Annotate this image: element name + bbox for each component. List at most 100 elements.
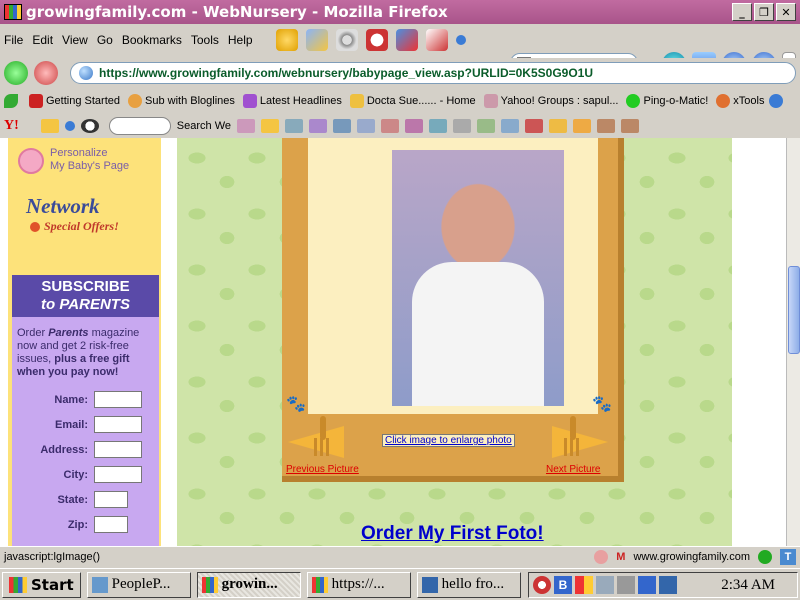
menu-view[interactable]: View bbox=[62, 33, 88, 47]
task-peoplep[interactable]: PeopleP... bbox=[86, 571, 191, 598]
subscribe-banner[interactable]: SUBSCRIBE to PARENTS bbox=[12, 275, 159, 317]
pencil-tool-icon[interactable] bbox=[305, 29, 328, 51]
toolbar-icon[interactable] bbox=[429, 119, 447, 133]
app-tray-icon[interactable] bbox=[659, 576, 677, 594]
display-icon[interactable] bbox=[617, 576, 635, 594]
menu-help[interactable]: Help bbox=[228, 33, 253, 47]
mail-tool-icon[interactable] bbox=[425, 29, 448, 51]
vertical-scrollbar[interactable] bbox=[786, 138, 800, 546]
toolbar-icon[interactable] bbox=[621, 119, 639, 133]
toolbar-icon[interactable] bbox=[405, 119, 423, 133]
add-bookmark-icon[interactable] bbox=[395, 29, 418, 51]
toolbar-icon[interactable] bbox=[285, 119, 303, 133]
start-button[interactable]: Start bbox=[2, 571, 81, 598]
dropdown-dot-icon[interactable] bbox=[455, 35, 466, 45]
minimize-button[interactable]: _ bbox=[732, 3, 752, 21]
bookmark-yahoo-groups[interactable]: Yahoo! Groups : sapul... bbox=[483, 94, 618, 108]
messenger-icon[interactable] bbox=[638, 576, 656, 594]
personalize-link[interactable]: Personalize My Baby's Page bbox=[14, 138, 154, 180]
bookmark-ping-o-matic[interactable]: Ping-o-Matic! bbox=[626, 94, 708, 108]
toolbar-icon[interactable] bbox=[573, 119, 591, 133]
toolbar-icon[interactable] bbox=[525, 119, 543, 133]
scrollbar-thumb[interactable] bbox=[788, 266, 800, 354]
maximize-button[interactable]: ❐ bbox=[754, 3, 774, 21]
city-field[interactable] bbox=[94, 466, 142, 483]
yahoo-logo[interactable]: Y! bbox=[4, 118, 19, 134]
toolbar-icon[interactable] bbox=[453, 119, 471, 133]
name-field[interactable] bbox=[94, 391, 142, 408]
bookmark-label: Ping-o-Matic! bbox=[643, 95, 709, 107]
form-row-city: City: bbox=[17, 462, 154, 487]
dropdown-dot-icon[interactable] bbox=[64, 121, 75, 131]
toolbar-icon[interactable] bbox=[501, 119, 519, 133]
task-https[interactable]: https://... bbox=[306, 571, 411, 598]
previous-picture-button[interactable] bbox=[286, 416, 350, 464]
next-picture-link[interactable]: Next Picture bbox=[546, 464, 600, 475]
color-app-icon[interactable] bbox=[575, 576, 593, 594]
loading-spinner-icon[interactable] bbox=[335, 29, 358, 51]
alarm-clock-icon[interactable] bbox=[365, 29, 388, 51]
translate-icon[interactable]: T bbox=[780, 548, 796, 565]
bookmark-xtools[interactable]: xTools bbox=[716, 94, 764, 108]
email-field[interactable] bbox=[94, 416, 142, 433]
menu-go[interactable]: Go bbox=[97, 33, 113, 47]
form-row-zip: Zip: bbox=[17, 512, 154, 537]
subscribe-title: SUBSCRIBE bbox=[41, 278, 130, 295]
network-icon[interactable] bbox=[596, 576, 614, 594]
lightbulb-icon[interactable] bbox=[275, 29, 298, 51]
state-field[interactable] bbox=[94, 491, 128, 508]
leaf-icon bbox=[4, 94, 18, 108]
bookmarks-overflow[interactable] bbox=[769, 94, 786, 108]
toolbar-icon[interactable] bbox=[477, 119, 495, 133]
menu-file[interactable]: File bbox=[4, 33, 23, 47]
menu-bookmarks[interactable]: Bookmarks bbox=[122, 33, 182, 47]
paw-print-icon: 🐾 bbox=[286, 396, 306, 413]
antivirus-icon[interactable] bbox=[533, 576, 551, 594]
next-picture-button[interactable] bbox=[546, 416, 610, 464]
bookmark-latest-headlines[interactable]: Latest Headlines bbox=[242, 94, 342, 108]
security-icon[interactable] bbox=[758, 549, 772, 564]
form-row-address: Address: bbox=[17, 437, 154, 462]
bookmark-docta-sue[interactable]: Docta Sue...... - Home bbox=[349, 94, 476, 108]
zip-field[interactable] bbox=[94, 516, 128, 533]
bookmark-getting-started[interactable]: Getting Started bbox=[29, 94, 120, 108]
desc-pre: Order bbox=[17, 327, 49, 339]
chevron-right-icon bbox=[769, 94, 783, 108]
menu-edit[interactable]: Edit bbox=[32, 33, 53, 47]
special-offers-link[interactable]: Special Offers! bbox=[30, 219, 119, 234]
menu-tools[interactable]: Tools bbox=[191, 33, 219, 47]
music-note-icon[interactable] bbox=[594, 549, 609, 564]
b-app-icon[interactable]: B bbox=[554, 576, 572, 594]
previous-picture-link[interactable]: Previous Picture bbox=[286, 464, 359, 475]
task-hello[interactable]: hello fro... bbox=[416, 571, 521, 598]
toolbar-icon[interactable] bbox=[597, 119, 615, 133]
yahoo-search-input[interactable] bbox=[108, 117, 171, 135]
gmail-icon[interactable]: M bbox=[616, 551, 625, 563]
reload-icon[interactable] bbox=[4, 61, 28, 85]
toolbar-icon[interactable] bbox=[549, 119, 567, 133]
bookmark-bloglines[interactable]: Sub with Bloglines bbox=[128, 94, 235, 108]
bookmark-icon bbox=[128, 94, 142, 108]
pencil-icon[interactable] bbox=[40, 119, 59, 133]
toolbar-icon[interactable] bbox=[357, 119, 375, 133]
stop-icon[interactable] bbox=[34, 61, 58, 85]
subscribe-description: Order Parents magazine now and get 2 ris… bbox=[17, 327, 154, 379]
magnifier-icon[interactable] bbox=[80, 119, 99, 133]
mail-icon[interactable] bbox=[237, 119, 255, 133]
toolbar-icon[interactable] bbox=[381, 119, 399, 133]
baby-photo[interactable] bbox=[392, 150, 564, 406]
photo-mat bbox=[308, 138, 598, 414]
toolbar-icon[interactable] bbox=[309, 119, 327, 133]
address-field[interactable] bbox=[94, 441, 142, 458]
url-text: https://www.growingfamily.com/webnursery… bbox=[99, 66, 594, 80]
order-first-foto-link[interactable]: Order My First Foto! bbox=[361, 523, 544, 545]
new-badge-icon[interactable] bbox=[261, 119, 279, 133]
task-growin[interactable]: growin... bbox=[196, 571, 301, 598]
toolbar-icon[interactable] bbox=[333, 119, 351, 133]
enlarge-photo-link[interactable]: Click image to enlarge photo bbox=[382, 434, 515, 447]
yahoo-search-label[interactable]: Search We bbox=[177, 120, 231, 132]
network-heading[interactable]: Network bbox=[26, 194, 100, 219]
bookmark-leaf[interactable] bbox=[4, 94, 21, 108]
url-field[interactable]: https://www.growingfamily.com/webnursery… bbox=[70, 62, 796, 84]
close-button[interactable]: ✕ bbox=[776, 3, 796, 21]
